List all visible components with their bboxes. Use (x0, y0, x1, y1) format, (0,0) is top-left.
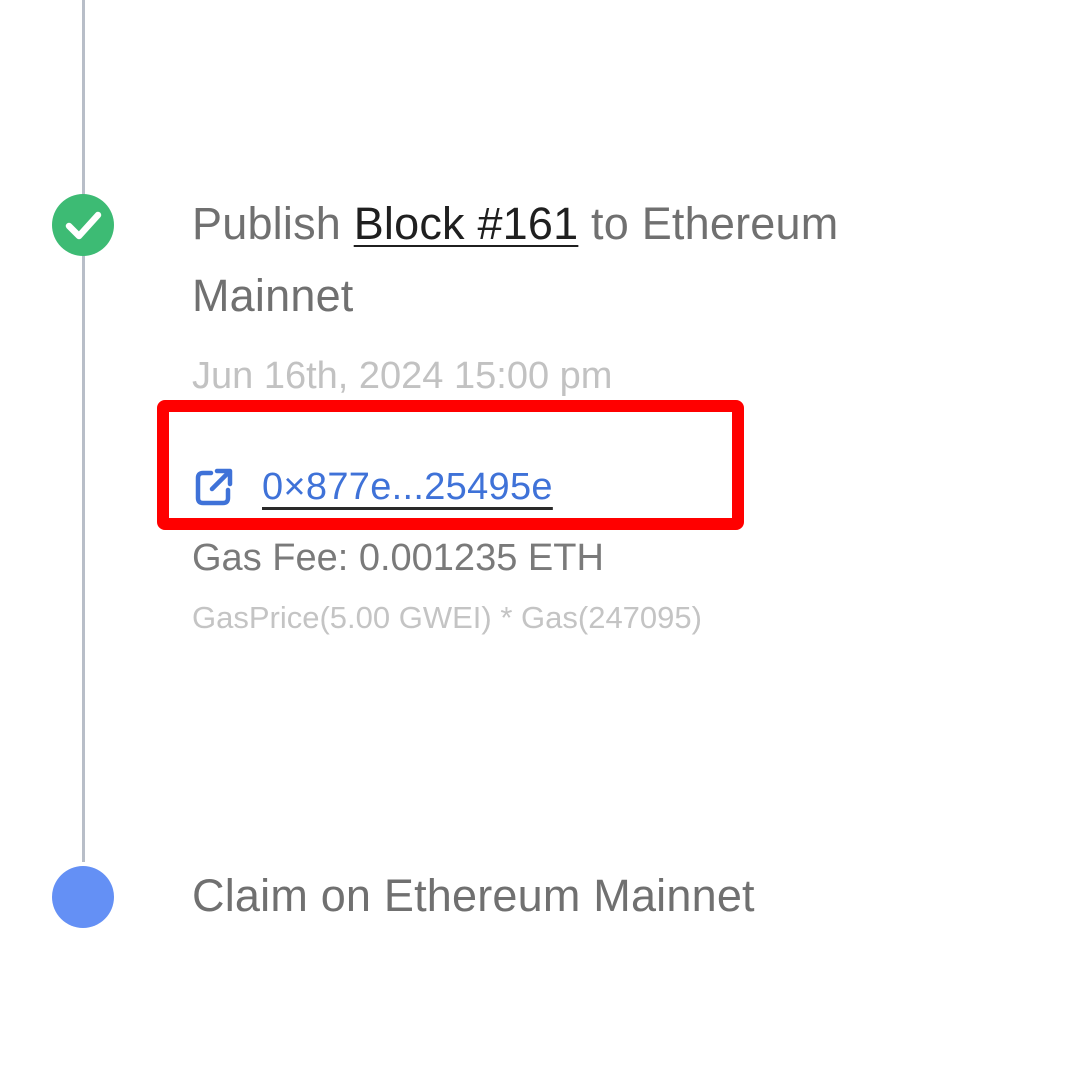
external-link-icon[interactable] (192, 465, 236, 509)
check-icon (65, 211, 102, 240)
step-pending-dot-icon (52, 866, 114, 928)
gas-fee: Gas Fee: 0.001235 ETH (192, 537, 604, 579)
transaction-hash-link[interactable]: 0×877e...25495e (262, 466, 553, 509)
step-complete-check-icon (52, 194, 114, 256)
timeline-connector-top (82, 0, 85, 200)
gas-fee-formula: GasPrice(5.00 GWEI) * Gas(247095) (192, 600, 702, 635)
block-link[interactable]: Block #161 (354, 198, 579, 249)
step-title-claim: Claim on Ethereum Mainnet (192, 870, 755, 921)
step-title-publish: Publish Block #161 to Ethereum Mainnet (192, 188, 992, 332)
transaction-link-row[interactable]: 0×877e...25495e (192, 460, 553, 514)
step-title-prefix: Publish (192, 198, 354, 249)
timeline-connector (82, 250, 85, 862)
step-timestamp: Jun 16th, 2024 15:00 pm (192, 355, 613, 397)
